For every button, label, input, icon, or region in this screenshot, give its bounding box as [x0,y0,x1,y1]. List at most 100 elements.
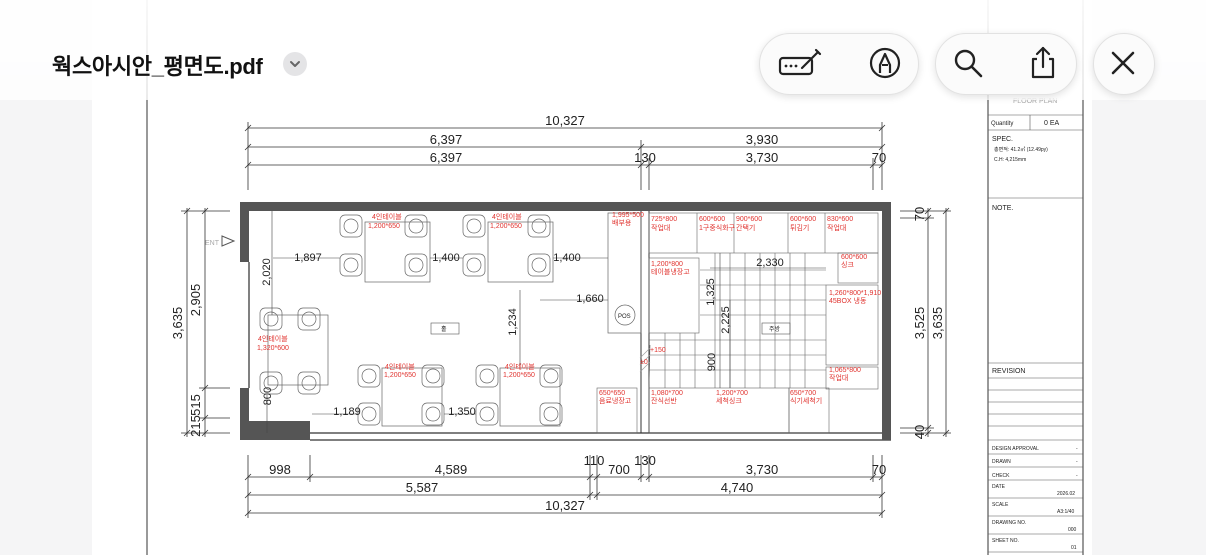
search-button[interactable] [942,37,994,89]
dining-tables [259,212,642,427]
tb-design-approval-dash: - [1076,446,1078,452]
tb-check-dash: - [1076,473,1078,479]
dim-top-total: 10,327 [545,113,585,128]
pass-label: 배부용 [612,218,632,227]
form-fill-icon [778,48,822,76]
tb-sheet-no-label: SHEET NO. [992,538,1019,544]
k6-label: 테이블냉장고 [651,267,690,276]
k5-size: 830*600 [827,216,853,223]
markup-button[interactable] [859,37,911,89]
k9-label: 작업대 [829,373,848,382]
form-fill-button[interactable] [774,37,826,89]
file-name-title[interactable]: 웍스아시안_평면도.pdf [52,49,263,81]
tb-scale-label: SCALE [992,502,1009,508]
table-size-2: 1,200*650 [490,223,522,230]
dim-bottom-c: 110 [584,453,605,468]
tb-quantity-label: Quantity [991,121,1013,127]
tb-spec-label: SPEC. [992,136,1013,143]
k9-size: 1,065*800 [829,367,861,374]
k3-size: 900*600 [736,216,762,223]
dim-right-top: 70 [912,207,927,221]
dim-right-inner: 3,525 [912,307,927,340]
tb-spec-area: 총면적: 41.2㎡ (12.49py) [994,146,1048,153]
dim-bottom-d: 130 [634,453,656,468]
table-size-1: 1,200*650 [368,223,400,230]
dim-bottom-e: 700 [608,462,630,477]
dim-2330: 2,330 [756,257,784,269]
dim-left-small1: 215 [188,415,203,437]
k7-size: 600*600 [841,254,867,261]
dim-bottom-g: 70 [872,462,886,477]
dim-1400a: 1,400 [432,252,460,264]
dim-bottom-i: 4,740 [721,480,754,495]
dim-top-gap: 130 [634,150,656,165]
dim-1234: 1,234 [507,308,519,336]
tb-date-label: DATE [992,484,1006,490]
tb-drawn: DRAWN [992,459,1011,465]
k2-size: 600*600 [699,216,725,223]
table-size-5: 1,200*650 [503,372,535,379]
dim-bottom-a: 998 [269,462,291,477]
dim-2020: 2,020 [261,258,273,286]
dim-bottom-f: 3,730 [746,462,779,477]
dim-1400b: 1,400 [553,252,581,264]
k11-size: 1,080*700 [651,390,683,397]
k10-label: 음료냉장고 [599,396,632,405]
tb-revision-label: REVISION [992,368,1025,375]
dim-1660: 1,660 [576,293,604,305]
dim-right-outer: 3,635 [930,307,945,340]
tb-drawing-no-label: DRAWING NO. [992,520,1026,526]
chevron-down-icon [290,61,300,67]
dim-bottom-h: 5,587 [406,480,439,495]
close-icon [1111,51,1135,75]
close-button[interactable] [1097,37,1149,89]
tb-design-approval: DESIGN APPROVAL [992,446,1039,452]
dim-right-bottom: 40 [912,425,927,439]
k12-size: 1,200*700 [716,390,748,397]
table-size-4: 1,200*650 [384,372,416,379]
dim-bottom-total: 10,327 [545,498,585,513]
kitchen-label: 주방 [769,325,781,333]
table-label-2: 4인테이블 [492,212,522,221]
level-plus: +150 [650,347,666,354]
k11-label: 잔식선반 [651,396,677,405]
top-dimensions [244,122,886,190]
k8-size: 1,260*800*1,910 [829,290,881,297]
dim-top-right: 3,930 [746,132,779,147]
dim-1897: 1,897 [294,252,322,264]
k1-size: 725*800 [651,216,677,223]
k5-label: 작업대 [827,223,846,232]
k12-label: 세척싱크 [716,396,742,405]
table-label-3: 4인테이블 [258,334,288,343]
entry-label: ENT [205,240,220,247]
dim-top-left: 6,397 [430,132,463,147]
pos-label: POS [618,314,631,320]
dim-bottom-b: 4,589 [435,462,468,477]
dim-1350: 1,350 [448,406,476,418]
dim-top-left2: 6,397 [430,150,463,165]
tb-plan-name: FLOOR PLAN [1013,98,1057,105]
level-zero: ±0 [640,359,648,366]
pdf-viewer[interactable]: 10,327 6,397 3,930 6,397 130 3,730 70 EN… [0,0,1206,555]
dim-top-edge: 70 [872,150,886,165]
dim-800: 800 [262,387,274,405]
file-menu-button[interactable] [283,52,307,76]
hall-label: 홀 [441,325,447,333]
table-label-4: 4인테이블 [385,362,415,371]
k13-size: 650*700 [790,390,816,397]
k2-label: 1구중식화구 [699,223,736,232]
dim-900: 900 [706,353,718,371]
k4-label: 튀김기 [790,223,809,232]
dim-top-right2: 3,730 [746,150,779,165]
dim-1189: 1,189 [333,406,361,418]
tb-drawn-dash: - [1076,459,1078,465]
k8-label: 45BOX 냉동 [829,296,867,305]
share-icon [1031,46,1055,79]
tb-check: CHECK [992,473,1010,479]
k13-label: 식기세척기 [790,396,822,405]
tb-sheet-no-value: 01 [1071,545,1077,551]
dim-1325: 1,325 [705,278,717,306]
k7-label: 싱크 [841,260,854,269]
k3-label: 간택기 [736,223,755,232]
share-button[interactable] [1017,37,1069,89]
